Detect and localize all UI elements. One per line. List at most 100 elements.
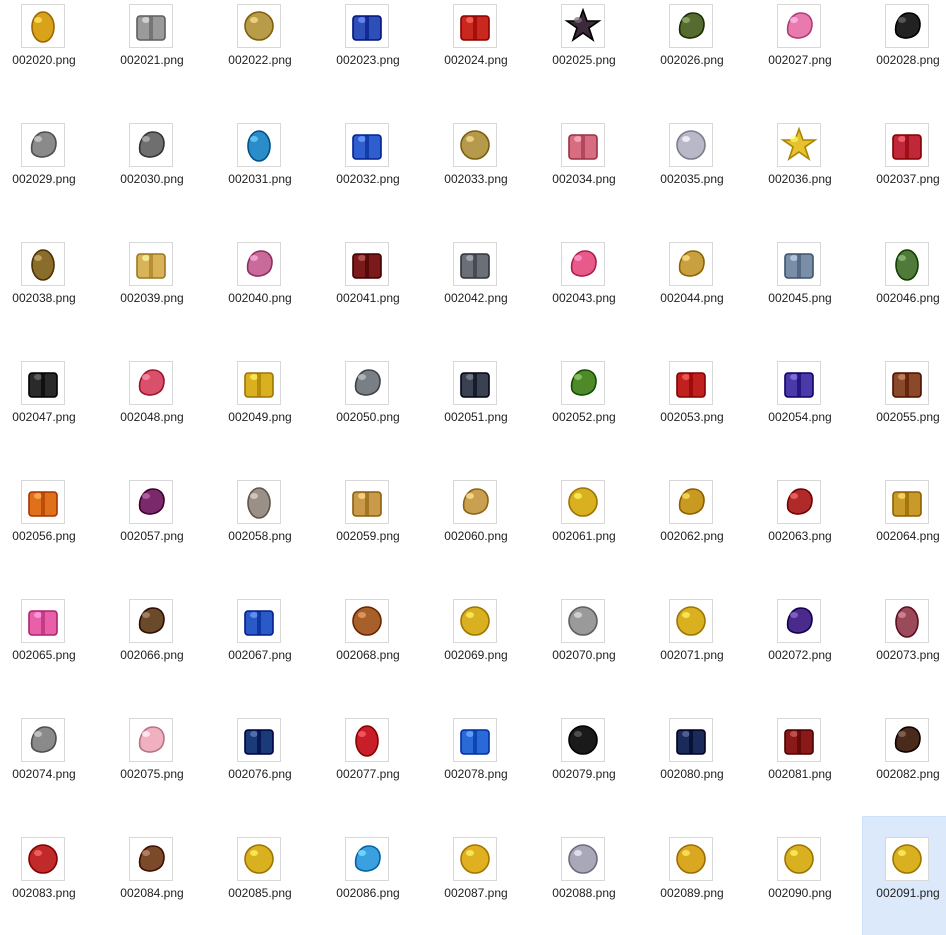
file-item[interactable]: 002022.png <box>215 2 305 74</box>
file-name: 002063.png <box>768 529 832 543</box>
christmas-gift-icon <box>669 361 713 405</box>
file-name: 002047.png <box>12 410 76 424</box>
file-item[interactable]: 002086.png <box>323 835 413 907</box>
orange-treasure-chest-icon <box>21 480 65 524</box>
file-name: 002048.png <box>120 410 184 424</box>
file-item[interactable]: 002070.png <box>539 597 629 669</box>
dark-star-icon <box>561 4 605 48</box>
file-item[interactable]: 002054.png <box>755 359 845 431</box>
file-item[interactable]: 002020.png <box>0 2 89 74</box>
file-name: 002069.png <box>444 648 508 662</box>
file-name: 002089.png <box>660 886 724 900</box>
file-item[interactable]: 002032.png <box>323 121 413 193</box>
file-item[interactable]: 002063.png <box>755 478 845 550</box>
file-item[interactable]: 002076.png <box>215 716 305 788</box>
file-item[interactable]: 002030.png <box>107 121 197 193</box>
wrapped-candies-icon <box>129 361 173 405</box>
file-item[interactable]: 002050.png <box>323 359 413 431</box>
file-item[interactable]: 002075.png <box>107 716 197 788</box>
file-name: 002039.png <box>120 291 184 305</box>
file-name: 002046.png <box>876 291 940 305</box>
file-item[interactable]: 002045.png <box>755 240 845 312</box>
file-item[interactable]: 002074.png <box>0 716 89 788</box>
file-item[interactable]: 002023.png <box>323 2 413 74</box>
file-item[interactable]: 002077.png <box>323 716 413 788</box>
file-item[interactable]: 002080.png <box>647 716 737 788</box>
file-item[interactable]: 002029.png <box>0 121 89 193</box>
file-item[interactable]: 002044.png <box>647 240 737 312</box>
file-item[interactable]: 002067.png <box>215 597 305 669</box>
file-item[interactable]: 002068.png <box>323 597 413 669</box>
file-item[interactable]: 002071.png <box>647 597 737 669</box>
file-item[interactable]: 002025.png <box>539 2 629 74</box>
file-item[interactable]: 002052.png <box>539 359 629 431</box>
file-item[interactable]: 002062.png <box>647 478 737 550</box>
file-item[interactable]: 002053.png <box>647 359 737 431</box>
file-item[interactable]: 002064.png <box>863 478 946 550</box>
file-item[interactable]: 002042.png <box>431 240 521 312</box>
file-item[interactable]: 002072.png <box>755 597 845 669</box>
file-item[interactable]: 002066.png <box>107 597 197 669</box>
bronze-coin-icon <box>345 599 389 643</box>
file-item[interactable]: 002034.png <box>539 121 629 193</box>
gold-stars-icon <box>777 123 821 167</box>
file-item[interactable]: 002043.png <box>539 240 629 312</box>
file-item[interactable]: 002037.png <box>863 121 946 193</box>
file-item[interactable]: 002024.png <box>431 2 521 74</box>
file-name: 002024.png <box>444 53 508 67</box>
file-name: 002080.png <box>660 767 724 781</box>
file-item[interactable]: 002084.png <box>107 835 197 907</box>
third-place-balloon-icon <box>669 123 713 167</box>
file-item[interactable]: 002089.png <box>647 835 737 907</box>
file-item[interactable]: 002078.png <box>431 716 521 788</box>
file-item[interactable]: 002083.png <box>0 835 89 907</box>
file-item[interactable]: 002028.png <box>863 2 946 74</box>
file-name: 002041.png <box>336 291 400 305</box>
file-item[interactable]: 002046.png <box>863 240 946 312</box>
file-name: 002084.png <box>120 886 184 900</box>
file-item[interactable]: 002055.png <box>863 359 946 431</box>
file-item[interactable]: 002033.png <box>431 121 521 193</box>
file-item[interactable]: 002057.png <box>107 478 197 550</box>
file-item[interactable]: 002040.png <box>215 240 305 312</box>
file-item[interactable]: 002087.png <box>431 835 521 907</box>
green-leaf-seed-icon <box>885 242 929 286</box>
file-item[interactable]: 002069.png <box>431 597 521 669</box>
file-item[interactable]: 002027.png <box>755 2 845 74</box>
file-name: 002040.png <box>228 291 292 305</box>
file-name: 002042.png <box>444 291 508 305</box>
purple-gift-box-icon <box>777 361 821 405</box>
file-item[interactable]: 002035.png <box>647 121 737 193</box>
file-name: 002032.png <box>336 172 400 186</box>
file-item[interactable]: 002091.png <box>862 816 946 935</box>
file-item[interactable]: 002041.png <box>323 240 413 312</box>
file-item[interactable]: 002056.png <box>0 478 89 550</box>
file-item[interactable]: 002051.png <box>431 359 521 431</box>
file-item[interactable]: 002038.png <box>0 240 89 312</box>
file-item[interactable]: 002058.png <box>215 478 305 550</box>
file-item[interactable]: 002061.png <box>539 478 629 550</box>
file-name: 002062.png <box>660 529 724 543</box>
file-item[interactable]: 002081.png <box>755 716 845 788</box>
file-item[interactable]: 002026.png <box>647 2 737 74</box>
file-item[interactable]: 002049.png <box>215 359 305 431</box>
file-item[interactable]: 002060.png <box>431 478 521 550</box>
file-item[interactable]: 002090.png <box>755 835 845 907</box>
file-name: 002083.png <box>12 886 76 900</box>
file-item[interactable]: 002036.png <box>755 121 845 193</box>
file-item[interactable]: 002039.png <box>107 240 197 312</box>
file-item[interactable]: 002031.png <box>215 121 305 193</box>
file-item[interactable]: 002048.png <box>107 359 197 431</box>
file-name: 002027.png <box>768 53 832 67</box>
file-item[interactable]: 002059.png <box>323 478 413 550</box>
file-item[interactable]: 002021.png <box>107 2 197 74</box>
file-item[interactable]: 002082.png <box>863 716 946 788</box>
file-name: 002051.png <box>444 410 508 424</box>
file-item[interactable]: 002079.png <box>539 716 629 788</box>
file-item[interactable]: 002088.png <box>539 835 629 907</box>
file-item[interactable]: 002065.png <box>0 597 89 669</box>
blue-white-box-icon <box>345 4 389 48</box>
file-item[interactable]: 002085.png <box>215 835 305 907</box>
file-item[interactable]: 002073.png <box>863 597 946 669</box>
file-item[interactable]: 002047.png <box>0 359 89 431</box>
